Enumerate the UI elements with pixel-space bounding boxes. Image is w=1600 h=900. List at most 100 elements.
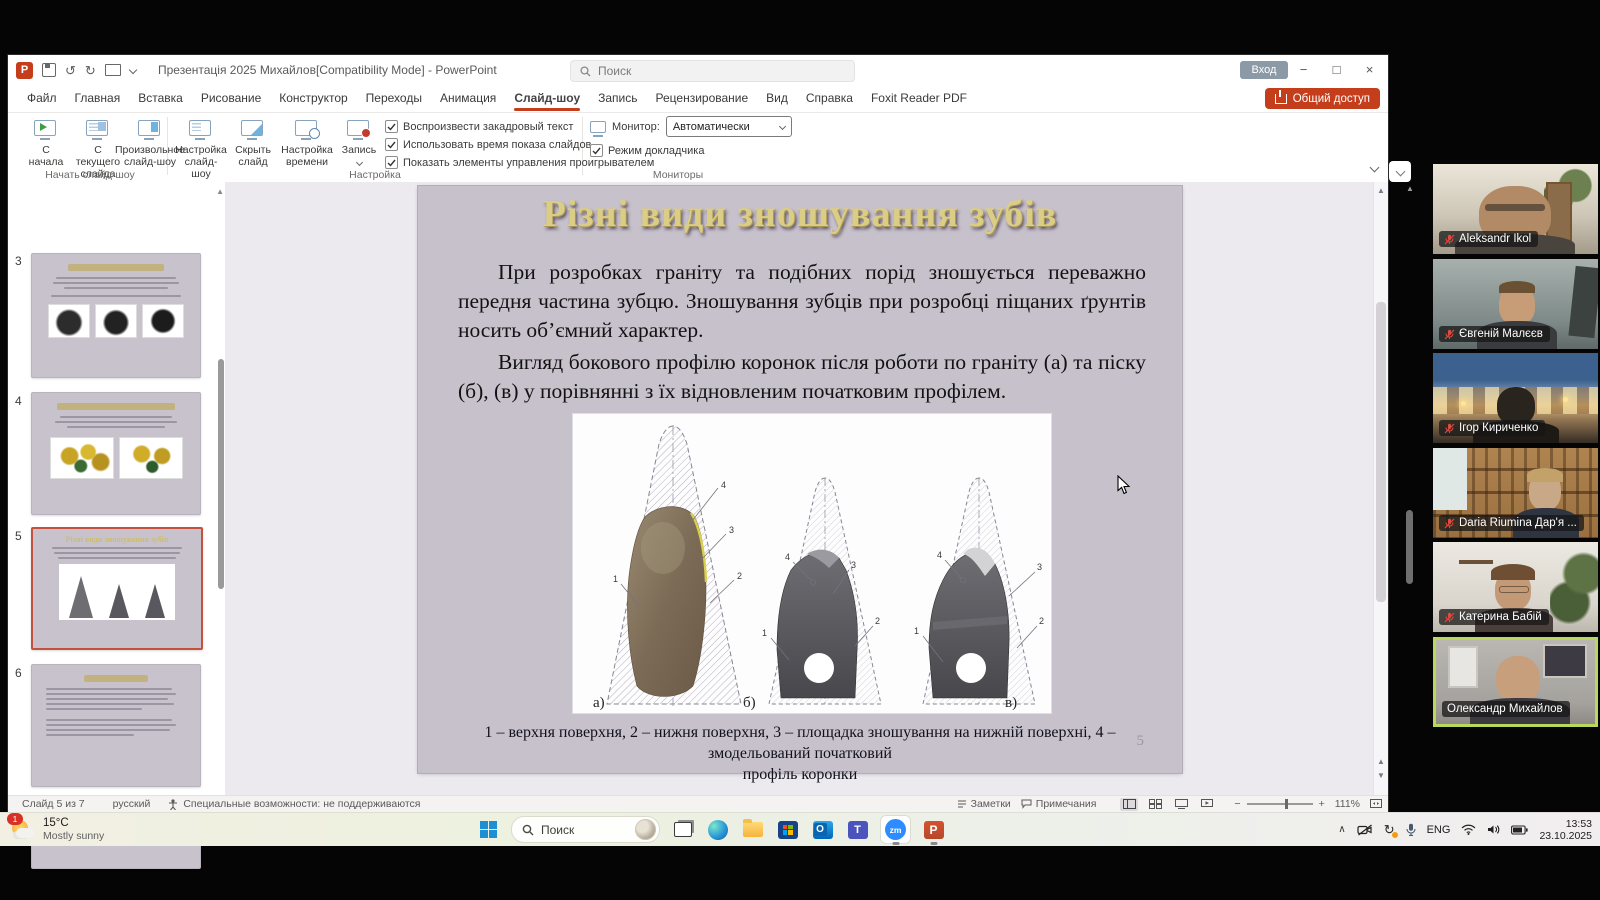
comments-button[interactable]: Примечания	[1021, 798, 1097, 810]
redo-icon[interactable]: ↻	[85, 64, 96, 77]
slide-thumbnail-panel: 3 4 5 6 7	[8, 182, 225, 796]
current-slide[interactable]: Різні види зношування зубів При розробка…	[418, 186, 1182, 773]
file-explorer-icon[interactable]	[740, 817, 765, 842]
mouse-cursor	[1117, 475, 1131, 495]
language-indicator[interactable]: русский	[113, 798, 151, 810]
svg-text:3: 3	[1037, 562, 1042, 572]
edge-icon[interactable]	[705, 817, 730, 842]
slide-thumbnail-6[interactable]	[31, 664, 201, 787]
wifi-icon[interactable]	[1461, 824, 1476, 835]
sign-in-button[interactable]: Вход	[1240, 61, 1288, 79]
reading-view-button[interactable]	[1172, 798, 1190, 811]
microphone-icon[interactable]	[1406, 823, 1416, 836]
speaker-icon[interactable]	[1487, 824, 1500, 835]
tab-slideshow[interactable]: Слайд-шоу	[505, 85, 589, 112]
zoom-slider[interactable]	[1247, 803, 1313, 805]
normal-view-button[interactable]	[1120, 798, 1138, 811]
search-icon	[522, 824, 534, 836]
start-slideshow-icon[interactable]	[105, 64, 121, 76]
from-beginning-button[interactable]: С начала	[20, 116, 72, 170]
scroll-up-icon[interactable]: ▲	[1374, 186, 1388, 195]
tooth-figure-b: 4 3 2 1	[749, 472, 899, 710]
collapse-video-panel-button[interactable]	[1389, 161, 1411, 182]
input-language[interactable]: ENG	[1427, 824, 1451, 836]
tab-draw[interactable]: Рисование	[192, 85, 270, 112]
slide-sorter-view-button[interactable]	[1146, 798, 1164, 811]
taskbar-search[interactable]: Поиск	[511, 816, 660, 843]
figure-label-v: в)	[1005, 695, 1017, 712]
slide-number: 6	[15, 666, 22, 680]
tab-view[interactable]: Вид	[757, 85, 797, 112]
sync-status-icon[interactable]: ↻	[1384, 822, 1395, 838]
save-icon[interactable]	[42, 63, 56, 77]
slide-number: 5	[15, 529, 22, 543]
tab-help[interactable]: Справка	[797, 85, 862, 112]
notes-button[interactable]: Заметки	[957, 798, 1011, 810]
taskbar-clock[interactable]: 13:53 23.10.2025	[1539, 818, 1592, 842]
battery-icon[interactable]	[1511, 825, 1528, 835]
participant-name-label: Олександр Михайлов	[1442, 701, 1570, 717]
next-slide-icon[interactable]: ▼	[1374, 771, 1388, 780]
fit-slide-to-window-icon[interactable]	[1370, 799, 1382, 809]
zoom-percentage[interactable]: 111%	[1335, 798, 1360, 810]
zoom-in-icon[interactable]: +	[1319, 798, 1325, 810]
slide-thumbnail-4[interactable]	[31, 392, 201, 515]
close-button[interactable]: ×	[1353, 55, 1386, 85]
microsoft-store-icon[interactable]	[775, 817, 800, 842]
undo-icon[interactable]: ↺	[65, 64, 76, 77]
start-button[interactable]	[476, 817, 501, 842]
participant-video[interactable]: Євгеній Малєєв	[1433, 259, 1598, 349]
hidden-icons-chevron-icon[interactable]: ∧	[1338, 824, 1345, 835]
monitor-dropdown[interactable]: Автоматически	[666, 116, 792, 137]
participant-video[interactable]: Aleksandr Ikol	[1433, 164, 1598, 254]
checkbox-presenter-view[interactable]: Режим докладчика	[590, 144, 704, 157]
zoom-control[interactable]: − +	[1234, 798, 1324, 810]
participant-video[interactable]: Daria Riumina Дар'я ...	[1433, 448, 1598, 538]
collapse-ribbon-chevron-icon[interactable]	[1370, 163, 1380, 173]
camera-off-icon[interactable]	[1357, 824, 1373, 836]
tab-transitions[interactable]: Переходы	[357, 85, 431, 112]
participant-video[interactable]: Катерина Бабій	[1433, 542, 1598, 632]
zoom-app-icon[interactable]: zm	[880, 817, 911, 842]
scrollbar-thumb[interactable]	[1376, 302, 1386, 602]
slide-thumbnail-3[interactable]	[31, 253, 201, 378]
participant-video-active-speaker[interactable]: Олександр Михайлов	[1433, 637, 1598, 727]
teams-icon[interactable]: T	[845, 817, 870, 842]
zoom-slider-thumb[interactable]	[1285, 799, 1289, 809]
tab-foxit[interactable]: Foxit Reader PDF	[862, 85, 976, 112]
minimize-button[interactable]: −	[1287, 55, 1320, 85]
outlook-icon[interactable]	[810, 817, 835, 842]
tab-home[interactable]: Главная	[66, 85, 130, 112]
zoom-out-icon[interactable]: −	[1234, 798, 1240, 810]
slideshow-view-button[interactable]	[1198, 798, 1216, 811]
quick-access-chevron-icon[interactable]	[129, 66, 137, 74]
zoom-screen-share-view: P ↺ ↻ Презентація 2025 Михайлов[Compatib…	[0, 0, 1600, 900]
share-button[interactable]: Общий доступ	[1265, 88, 1380, 109]
tab-review[interactable]: Рецензирование	[647, 85, 758, 112]
tab-animations[interactable]: Анимация	[431, 85, 505, 112]
tab-design[interactable]: Конструктор	[270, 85, 356, 112]
tab-file[interactable]: Файл	[18, 85, 66, 112]
notification-badge: 1	[7, 813, 23, 825]
slide-thumbnail-5-selected[interactable]: Різні види зношування зубів	[31, 527, 203, 650]
participant-video[interactable]: Ігор Кириченко	[1433, 353, 1598, 443]
previous-slide-icon[interactable]: ▲	[1374, 757, 1388, 766]
participants-scroll-up-icon[interactable]: ▲	[1406, 184, 1414, 193]
thumbnail-scrollbar[interactable]	[218, 359, 224, 589]
maximize-button[interactable]: □	[1320, 55, 1353, 85]
thumbnail-scroll-up-icon[interactable]: ▲	[216, 187, 224, 196]
slide-scrollbar[interactable]: ▲ ▲ ▼	[1373, 182, 1388, 796]
notes-icon	[957, 800, 967, 809]
participants-scrollbar[interactable]	[1406, 510, 1413, 584]
task-view-button[interactable]	[670, 817, 695, 842]
weather-widget[interactable]: 1 15°C Mostly sunny	[10, 816, 104, 842]
hide-slide-button[interactable]: Скрыть слайд	[227, 116, 279, 170]
search-box[interactable]: Поиск	[570, 60, 855, 82]
svg-text:2: 2	[737, 571, 742, 581]
rehearse-timings-button[interactable]: Настройка времени	[281, 116, 333, 170]
record-button[interactable]: Запись	[333, 116, 385, 167]
tab-record[interactable]: Запись	[589, 85, 646, 112]
powerpoint-taskbar-icon[interactable]: P	[921, 817, 946, 842]
tab-insert[interactable]: Вставка	[129, 85, 192, 112]
slide-body-text: При розробках граніту та подібних порід …	[458, 258, 1146, 408]
